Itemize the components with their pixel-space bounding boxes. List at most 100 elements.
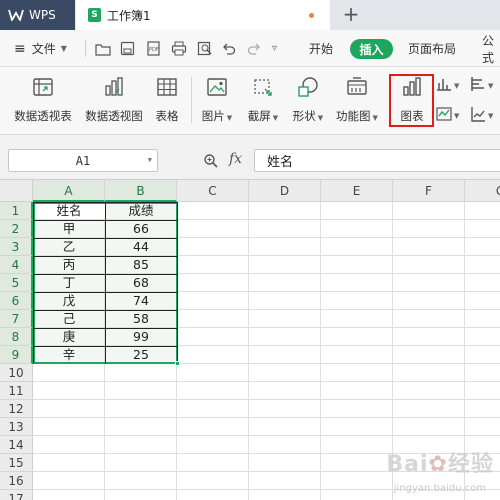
open-folder-button[interactable] — [95, 30, 111, 67]
row-header-8[interactable]: 8 — [0, 328, 33, 346]
menu-bar: ≡ 文件 ▼ PDF ▿ 开始 插入 页面布局 公式 — [0, 30, 500, 67]
new-tab-button[interactable]: + — [340, 3, 362, 27]
function-chart-button[interactable]: 功能图 ▼ — [333, 73, 381, 129]
name-cell[interactable]: 乙 — [33, 238, 105, 256]
picture-button[interactable]: 图片 ▼ — [199, 73, 235, 129]
name-cell[interactable]: 丁 — [33, 274, 105, 292]
column-header-b[interactable]: B — [105, 180, 177, 202]
pivot-table-button[interactable]: 数据透视表 — [11, 73, 75, 129]
unsaved-indicator — [309, 13, 314, 18]
table-button[interactable]: 表格 — [152, 73, 182, 129]
chevron-down-icon: ▼ — [226, 114, 233, 122]
header-cell[interactable]: 姓名 — [33, 202, 105, 220]
file-menu-button[interactable]: ≡ 文件 ▼ — [14, 30, 67, 67]
chevron-down-icon: ▼ — [272, 114, 279, 122]
scatter-chart-dropdown[interactable]: ▼ — [470, 103, 498, 125]
shape-button[interactable]: 形状 ▼ — [288, 73, 328, 129]
shape-icon — [298, 77, 318, 97]
tab-insert[interactable]: 插入 — [350, 39, 393, 59]
row-header-5[interactable]: 5 — [0, 274, 33, 292]
tab-home[interactable]: 开始 — [309, 30, 333, 67]
ribbon-separator — [191, 77, 192, 123]
row-header-6[interactable]: 6 — [0, 292, 33, 310]
wps-logo-icon — [8, 9, 24, 21]
column-header-d[interactable]: D — [249, 180, 321, 202]
save-button[interactable] — [120, 30, 135, 67]
row-header-17[interactable]: 17 — [0, 490, 33, 500]
row-header-12[interactable]: 12 — [0, 400, 33, 418]
folder-open-icon — [95, 43, 111, 56]
score-cell[interactable]: 25 — [105, 346, 177, 364]
row-header-16[interactable]: 16 — [0, 472, 33, 490]
row-header-3[interactable]: 3 — [0, 238, 33, 256]
watermark-logo: Bai✿经验 — [386, 452, 494, 477]
row-header-2[interactable]: 2 — [0, 220, 33, 238]
chevron-down-icon: ▼ — [372, 114, 378, 122]
print-preview-button[interactable] — [197, 30, 213, 67]
name-box[interactable]: A1 ▼ — [8, 149, 158, 172]
row-header-1[interactable]: 1 — [0, 202, 33, 220]
chevron-down-icon: ▼ — [488, 82, 494, 90]
picture-icon — [207, 78, 227, 96]
name-cell[interactable]: 己 — [33, 310, 105, 328]
name-cell[interactable]: 戊 — [33, 292, 105, 310]
chevron-down-icon: ▼ — [454, 82, 460, 90]
quick-access-dropdown[interactable]: ▿ — [272, 30, 277, 67]
name-cell[interactable]: 辛 — [33, 346, 105, 364]
name-cell[interactable]: 甲 — [33, 220, 105, 238]
svg-text:PDF: PDF — [149, 47, 159, 53]
row-header-15[interactable]: 15 — [0, 454, 33, 472]
name-cell[interactable]: 丙 — [33, 256, 105, 274]
column-header-c[interactable]: C — [177, 180, 249, 202]
screenshot-label: 截屏 ▼ — [247, 109, 279, 123]
column-header-a[interactable]: A — [33, 180, 105, 202]
chevron-down-icon: ▼ — [60, 44, 67, 53]
score-cell[interactable]: 85 — [105, 256, 177, 274]
score-cell[interactable]: 74 — [105, 292, 177, 310]
row-header-10[interactable]: 10 — [0, 364, 33, 382]
row-header-9[interactable]: 9 — [0, 346, 33, 364]
title-bar: WPS S 工作簿1 + — [0, 0, 500, 30]
horizontal-bar-chart-dropdown[interactable]: ▼ — [470, 73, 498, 95]
line-chart-dropdown[interactable]: ▼ — [436, 103, 464, 125]
fill-handle[interactable] — [175, 361, 180, 366]
print-button[interactable] — [171, 30, 187, 67]
select-all-corner[interactable] — [0, 180, 33, 202]
score-cell[interactable]: 99 — [105, 328, 177, 346]
export-pdf-button[interactable]: PDF — [146, 30, 161, 67]
pivot-chart-button[interactable]: 数据透视图 — [82, 73, 146, 129]
redo-button[interactable] — [247, 30, 261, 67]
watermark-url: jingyan.baidu.com — [393, 483, 486, 494]
document-tab[interactable]: S 工作簿1 — [76, 0, 330, 30]
app-name: WPS — [29, 8, 56, 22]
tab-page-layout[interactable]: 页面布局 — [408, 30, 456, 67]
row-header-11[interactable]: 11 — [0, 382, 33, 400]
column-header-f[interactable]: F — [393, 180, 465, 202]
row-header-14[interactable]: 14 — [0, 436, 33, 454]
row-header-4[interactable]: 4 — [0, 256, 33, 274]
chevron-down-icon: ▼ — [317, 114, 324, 122]
screenshot-button[interactable]: 截屏 ▼ — [243, 73, 283, 129]
insert-function-button[interactable]: fx — [229, 151, 242, 167]
header-cell[interactable]: 成绩 — [105, 202, 177, 220]
formula-bar: A1 ▼ fx 姓名 — [0, 135, 500, 180]
formula-input[interactable]: 姓名 — [254, 149, 500, 172]
score-cell[interactable]: 44 — [105, 238, 177, 256]
score-cell[interactable]: 58 — [105, 310, 177, 328]
bar-chart-dropdown[interactable]: ▼ — [436, 73, 464, 95]
undo-button[interactable] — [222, 30, 236, 67]
score-cell[interactable]: 66 — [105, 220, 177, 238]
picture-label: 图片 ▼ — [201, 109, 233, 123]
row-header-13[interactable]: 13 — [0, 418, 33, 436]
column-chart-icon — [437, 79, 451, 91]
row-header-7[interactable]: 7 — [0, 310, 33, 328]
tab-formulas[interactable]: 公式 — [482, 30, 500, 67]
table-label: 表格 — [155, 109, 179, 123]
score-cell[interactable]: 68 — [105, 274, 177, 292]
save-icon — [120, 41, 135, 56]
column-header-e[interactable]: E — [321, 180, 393, 202]
name-cell[interactable]: 庚 — [33, 328, 105, 346]
zoom-search-icon[interactable] — [203, 153, 219, 169]
column-header-g[interactable]: G — [465, 180, 500, 202]
wps-home-tab[interactable]: WPS — [0, 0, 75, 30]
